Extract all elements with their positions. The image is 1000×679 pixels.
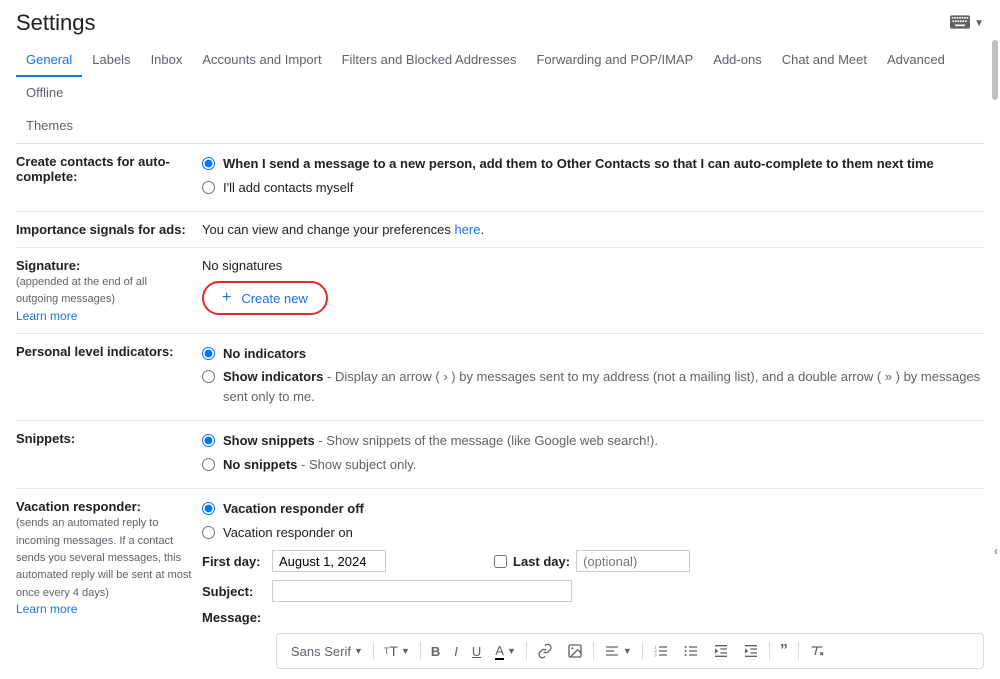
signature-status: No signatures — [202, 258, 984, 273]
lastday-label: Last day: — [513, 554, 570, 569]
vacation-sub: (sends an automated reply to incoming me… — [16, 517, 191, 599]
numbered-list-icon[interactable]: 123 — [647, 639, 675, 663]
lastday-input[interactable] — [576, 550, 690, 572]
indicators-none-label: No indicators — [223, 344, 306, 364]
create-signature-button[interactable]: + Create new — [202, 281, 328, 315]
tab-offline[interactable]: Offline — [16, 77, 73, 108]
contacts-manual-label: I'll add contacts myself — [223, 178, 353, 198]
format-toolbar: Sans Serif▼ TT▼ B I U A▼ ▼ 123 ” — [276, 633, 984, 669]
ads-dot: . — [481, 222, 485, 237]
snippets-show-radio[interactable] — [202, 434, 215, 447]
input-tools-menu[interactable]: ▼ — [950, 15, 984, 32]
lastday-checkbox[interactable] — [494, 555, 507, 568]
indicators-show-radio[interactable] — [202, 370, 215, 383]
font-selector[interactable]: Sans Serif▼ — [285, 640, 369, 663]
contacts-auto-label: When I send a message to a new person, a… — [223, 154, 934, 174]
snippets-none-radio[interactable] — [202, 458, 215, 471]
message-label: Message: — [202, 610, 264, 625]
indicators-none-radio[interactable] — [202, 347, 215, 360]
vacation-on-label: Vacation responder on — [223, 523, 353, 543]
tab-advanced[interactable]: Advanced — [877, 44, 955, 77]
tab-general[interactable]: General — [16, 44, 82, 77]
link-icon[interactable] — [531, 639, 559, 663]
align-button[interactable]: ▼ — [598, 639, 638, 663]
vacation-learn-link[interactable]: Learn more — [16, 602, 77, 616]
signature-learn-link[interactable]: Learn more — [16, 309, 77, 323]
page-title: Settings — [16, 10, 96, 36]
quote-icon[interactable]: ” — [774, 638, 794, 664]
firstday-label: First day: — [202, 554, 264, 569]
tab-forwarding[interactable]: Forwarding and POP/IMAP — [526, 44, 703, 77]
scrollbar-thumb[interactable] — [992, 40, 998, 100]
ads-text: You can view and change your preferences — [202, 222, 454, 237]
vacation-on-radio[interactable] — [202, 526, 215, 539]
font-size-button[interactable]: TT▼ — [378, 639, 416, 663]
dropdown-icon: ▼ — [974, 18, 984, 29]
image-icon[interactable] — [561, 639, 589, 663]
signature-title: Signature: — [16, 258, 80, 273]
contacts-manual-radio[interactable] — [202, 181, 215, 194]
scroll-arrow-icon[interactable]: ‹ — [994, 544, 998, 558]
subject-input[interactable] — [272, 580, 572, 602]
vacation-title: Vacation responder: — [16, 499, 141, 514]
contacts-auto-radio[interactable] — [202, 157, 215, 170]
subject-label: Subject: — [202, 584, 264, 599]
tab-inbox[interactable]: Inbox — [141, 44, 193, 77]
text-color-button[interactable]: A▼ — [489, 639, 522, 664]
italic-button[interactable]: I — [448, 640, 464, 663]
keyboard-icon — [950, 15, 970, 32]
tab-labels[interactable]: Labels — [82, 44, 140, 77]
bullet-list-icon[interactable] — [677, 639, 705, 663]
tab-filters[interactable]: Filters and Blocked Addresses — [332, 44, 527, 77]
bold-button[interactable]: B — [425, 640, 446, 663]
vacation-off-radio[interactable] — [202, 502, 215, 515]
firstday-input[interactable] — [272, 550, 386, 572]
vacation-off-label: Vacation responder off — [223, 499, 364, 519]
underline-button[interactable]: U — [466, 640, 487, 663]
indicators-title: Personal level indicators: — [16, 344, 174, 359]
tab-themes[interactable]: Themes — [16, 108, 984, 143]
snippets-title: Snippets: — [16, 431, 75, 446]
tab-accounts[interactable]: Accounts and Import — [192, 44, 331, 77]
signature-sub: (appended at the end of all outgoing mes… — [16, 276, 147, 305]
svg-text:3: 3 — [654, 653, 657, 658]
remove-format-icon[interactable] — [803, 639, 831, 663]
snippets-show-label: Show snippets - Show snippets of the mes… — [223, 431, 658, 451]
indent-more-icon[interactable] — [737, 639, 765, 663]
contacts-title: Create contacts for auto-complete: — [16, 154, 170, 184]
tab-addons[interactable]: Add-ons — [703, 44, 771, 77]
tab-chat[interactable]: Chat and Meet — [772, 44, 877, 77]
create-signature-label: Create new — [241, 291, 307, 306]
snippets-none-label: No snippets - Show subject only. — [223, 455, 416, 475]
indent-less-icon[interactable] — [707, 639, 735, 663]
ads-here-link[interactable]: here — [454, 222, 480, 237]
ads-title: Importance signals for ads: — [16, 222, 186, 237]
indicators-show-label: Show indicators - Display an arrow ( › )… — [223, 367, 984, 406]
plus-icon: + — [222, 289, 231, 307]
settings-tabs: General Labels Inbox Accounts and Import… — [16, 44, 984, 144]
